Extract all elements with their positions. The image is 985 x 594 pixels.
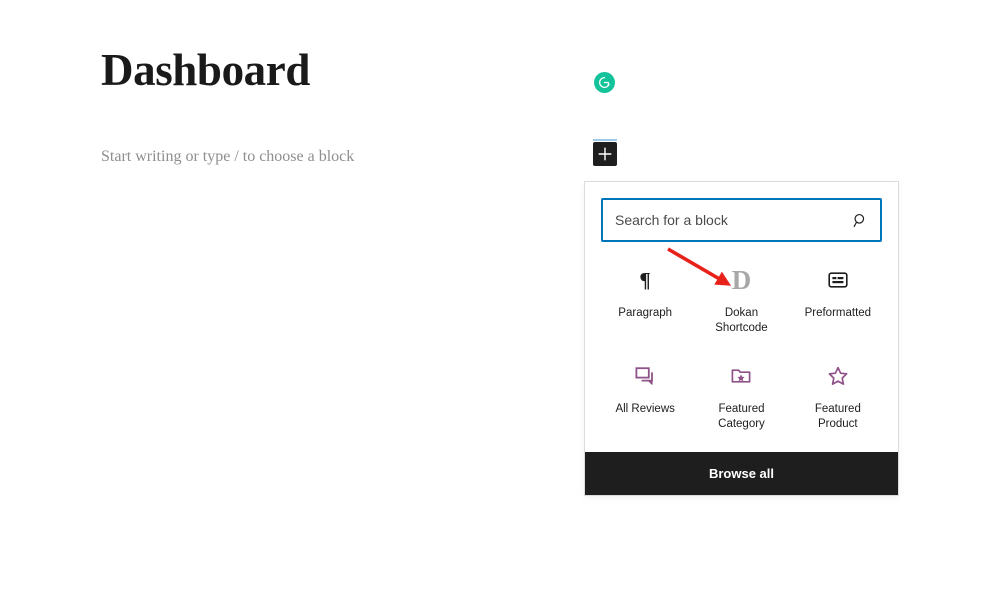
block-item-label: Featured Product [814,403,861,430]
search-field-wrapper [585,182,898,258]
dokan-d-icon: D [732,266,752,294]
add-block-button[interactable] [593,139,617,166]
editor-canvas: Dashboard Start writing or type / to cho… [0,0,985,594]
block-item-all-reviews[interactable]: All Reviews [597,354,693,436]
block-item-paragraph[interactable]: ¶ Paragraph [597,258,693,340]
paragraph-placeholder[interactable]: Start writing or type / to choose a bloc… [101,145,354,169]
block-item-dokan-shortcode[interactable]: D Dokan Shortcode [693,258,789,340]
comments-icon [634,362,656,390]
star-outline-icon [827,362,849,390]
block-type-grid: ¶ Paragraph D Dokan Shortcode Preformatt… [585,258,898,452]
block-item-preformatted[interactable]: Preformatted [790,258,886,340]
block-item-label: Preformatted [804,307,872,319]
browse-all-button[interactable]: Browse all [585,452,898,495]
block-item-featured-category[interactable]: Featured Category [693,354,789,436]
block-item-label: Dokan Shortcode [715,307,768,334]
search-input[interactable] [601,198,882,242]
block-inserter-popover: ¶ Paragraph D Dokan Shortcode [584,181,899,496]
grammarly-icon[interactable] [594,72,615,93]
preformatted-icon [827,266,849,294]
block-item-label: Paragraph [618,307,673,319]
block-item-label: Featured Category [718,403,765,430]
svg-text:¶: ¶ [639,268,650,292]
paragraph-pilcrow-icon: ¶ [634,266,656,294]
plus-icon [598,147,612,161]
block-item-label: All Reviews [615,403,675,415]
folder-star-icon [730,362,752,390]
page-title[interactable]: Dashboard [101,45,310,96]
dokan-d-glyph: D [731,264,752,295]
block-item-featured-product[interactable]: Featured Product [790,354,886,436]
